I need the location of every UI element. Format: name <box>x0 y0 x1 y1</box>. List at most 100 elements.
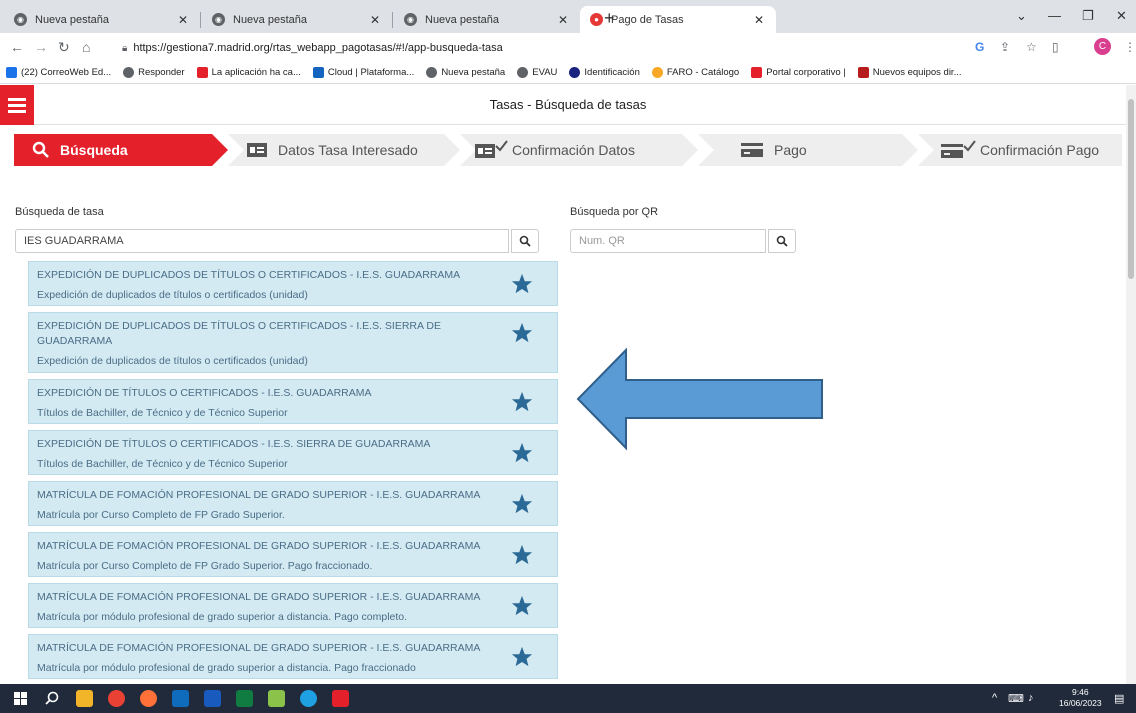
tab-search-chevron-icon[interactable]: ⌄ <box>1016 8 1027 24</box>
globe-icon <box>123 67 135 78</box>
list-item[interactable]: MATRÍCULA DE FOMACIÓN PROFESIONAL DE GRA… <box>28 583 558 628</box>
new-tab-plus-icon[interactable]: + <box>604 9 615 27</box>
scrollbar-thumb[interactable] <box>1128 99 1134 279</box>
kebab-menu-icon[interactable]: ⋮ <box>1124 40 1136 54</box>
step-busqueda[interactable]: Búsqueda <box>32 134 128 166</box>
item-title: EXPEDICIÓN DE TÍTULOS O CERTIFICADOS - I… <box>37 387 372 399</box>
clock-date: 16/06/2023 <box>1059 698 1102 708</box>
browser-tab-1[interactable]: ◉ Nueva pestaña ✕ <box>4 6 200 33</box>
step-label: Pago <box>774 142 807 158</box>
bookmark-item[interactable]: Cloud | Plataforma... <box>312 67 414 78</box>
edge-icon[interactable] <box>300 690 317 707</box>
qr-search-button[interactable] <box>768 229 796 253</box>
list-item[interactable]: EXPEDICIÓN DE DUPLICADOS DE TÍTULOS O CE… <box>28 261 558 306</box>
search-button[interactable] <box>511 229 539 253</box>
home-icon[interactable]: ⌂ <box>82 39 90 55</box>
list-item[interactable]: EXPEDICIÓN DE DUPLICADOS DE TÍTULOS O CE… <box>28 312 558 373</box>
search-icon <box>776 235 788 247</box>
acrobat-icon[interactable] <box>332 690 349 707</box>
search-icon <box>519 235 531 247</box>
back-arrow-icon[interactable]: ← <box>10 39 24 55</box>
item-description: Expedición de duplicados de títulos o ce… <box>37 355 308 367</box>
google-icon[interactable]: G <box>975 40 984 54</box>
bookmark-item[interactable]: Responder <box>123 67 185 78</box>
system-clock[interactable]: 9:46 16/06/2023 <box>1059 687 1102 709</box>
list-item[interactable]: MATRÍCULA DE FOMACIÓN PROFESIONAL DE GRA… <box>28 634 558 679</box>
tray-chevron-up-icon[interactable]: ^ <box>992 692 997 704</box>
favorite-star-icon[interactable] <box>511 322 533 344</box>
chrome-favicon-icon: ◉ <box>212 13 225 26</box>
list-item[interactable]: MATRÍCULA DE FOMACIÓN PROFESIONAL DE GRA… <box>28 481 558 526</box>
browser-tab-2[interactable]: ◉ Nueva pestaña ✕ <box>202 6 392 33</box>
restore-icon[interactable]: ❐ <box>1082 8 1094 24</box>
close-icon[interactable]: ✕ <box>556 13 570 27</box>
bookmark-item[interactable]: FARO - Catálogo <box>651 67 739 78</box>
list-item[interactable]: EXPEDICIÓN DE TÍTULOS O CERTIFICADOS - I… <box>28 379 558 424</box>
wizard-steps: Búsqueda Datos Tasa Interesado Confirmac… <box>14 134 1122 166</box>
volume-icon[interactable]: ♪ <box>1028 692 1034 704</box>
item-title: MATRÍCULA DE FOMACIÓN PROFESIONAL DE GRA… <box>37 540 481 552</box>
item-title: MATRÍCULA DE FOMACIÓN PROFESIONAL DE GRA… <box>37 489 481 501</box>
step-datos-tasa-interesado[interactable]: Datos Tasa Interesado <box>246 134 418 166</box>
lighthouse-icon <box>651 67 663 78</box>
file-explorer-icon[interactable] <box>76 690 93 707</box>
hamburger-menu-icon[interactable] <box>0 85 34 125</box>
step-label: Confirmación Pago <box>980 142 1100 158</box>
item-description: Matrícula por Curso Completo de FP Grado… <box>37 509 285 521</box>
favorite-star-icon[interactable] <box>511 493 533 515</box>
bookmark-item[interactable]: Portal corporativo | <box>751 67 846 78</box>
side-panel-icon[interactable]: ▯ <box>1052 40 1059 54</box>
forward-arrow-icon[interactable]: → <box>34 39 48 55</box>
minimize-icon[interactable]: — <box>1048 8 1061 23</box>
close-icon[interactable]: ✕ <box>368 13 382 27</box>
bookmark-item[interactable]: Nueva pestaña <box>426 67 505 78</box>
outlook-icon[interactable] <box>172 690 189 707</box>
list-item[interactable]: EXPEDICIÓN DE TÍTULOS O CERTIFICADOS - I… <box>28 430 558 475</box>
step-label: Búsqueda <box>60 142 128 158</box>
app-icon[interactable] <box>268 690 285 707</box>
reload-icon[interactable]: ↻ <box>58 39 70 55</box>
step-pago[interactable]: Pago <box>740 134 807 166</box>
firefox-icon[interactable] <box>140 690 157 707</box>
share-icon[interactable]: ⇪ <box>1000 40 1010 54</box>
search-input[interactable]: IES GUADARRAMA <box>15 229 509 253</box>
excel-icon[interactable] <box>236 690 253 707</box>
bookmark-item[interactable]: Nuevos equipos dir... <box>857 67 962 78</box>
chrome-icon[interactable] <box>108 690 125 707</box>
word-icon[interactable] <box>204 690 221 707</box>
tab-separator <box>200 12 201 28</box>
clock-time: 9:46 <box>1072 687 1089 697</box>
address-bar[interactable]: 🔒︎ https://gestiona7.madrid.org/rtas_web… <box>122 37 962 59</box>
bookmark-item[interactable]: EVAU <box>517 67 557 78</box>
profile-avatar[interactable]: C <box>1094 38 1111 55</box>
bookmark-star-icon[interactable]: ☆ <box>1026 40 1037 54</box>
favorite-star-icon[interactable] <box>511 391 533 413</box>
favorite-star-icon[interactable] <box>511 544 533 566</box>
bookmark-item[interactable]: La aplicación ha ca... <box>196 67 301 78</box>
globe-icon <box>426 67 438 78</box>
item-title: MATRÍCULA DE FOMACIÓN PROFESIONAL DE GRA… <box>37 591 481 603</box>
browser-tab-3[interactable]: ◉ Nueva pestaña ✕ <box>394 6 580 33</box>
close-icon[interactable]: ✕ <box>176 13 190 27</box>
favorite-star-icon[interactable] <box>511 646 533 668</box>
favorite-star-icon[interactable] <box>511 442 533 464</box>
window-close-icon[interactable]: ✕ <box>1116 8 1127 24</box>
step-confirmacion-pago[interactable]: Confirmación Pago <box>940 134 1099 166</box>
notifications-icon[interactable]: ▤ <box>1114 692 1124 705</box>
madrid-logo-icon <box>751 67 763 78</box>
page-scrollbar[interactable] <box>1126 85 1136 684</box>
favorite-star-icon[interactable] <box>511 273 533 295</box>
step-confirmacion-datos[interactable]: Confirmación Datos <box>474 134 635 166</box>
close-icon[interactable]: ✕ <box>752 13 766 27</box>
bookmark-item[interactable]: Identificación <box>569 67 640 78</box>
bookmark-item[interactable]: (22) CorreoWeb Ed... <box>6 67 111 78</box>
qr-input[interactable]: Num. QR <box>570 229 766 253</box>
list-item[interactable]: MATRÍCULA DE FOMACIÓN PROFESIONAL DE GRA… <box>28 532 558 577</box>
favorite-star-icon[interactable] <box>511 595 533 617</box>
item-title: MATRÍCULA DE FOMACIÓN PROFESIONAL DE GRA… <box>37 642 481 654</box>
url-text: https://gestiona7.madrid.org/rtas_webapp… <box>133 42 503 54</box>
qr-search-label: Búsqueda por QR <box>570 206 659 218</box>
network-icon[interactable]: ⌨ <box>1008 692 1024 705</box>
taskbar-search-icon[interactable] <box>44 690 61 707</box>
windows-start-icon[interactable] <box>12 690 29 707</box>
